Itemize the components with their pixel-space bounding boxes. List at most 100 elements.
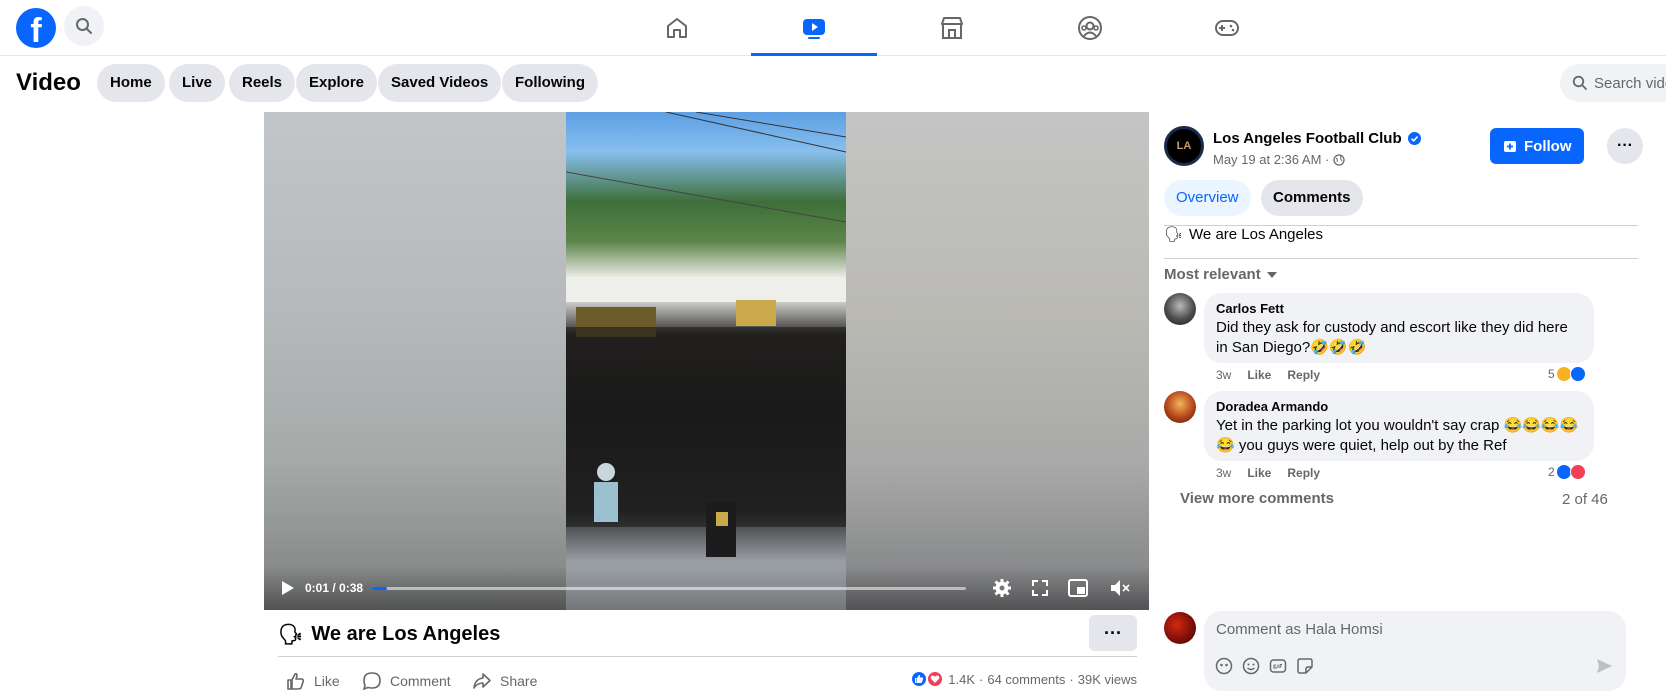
video-icon xyxy=(803,19,825,39)
comment-input[interactable]: Comment as Hala Homsi xyxy=(1204,611,1626,691)
chip-home[interactable]: Home xyxy=(97,64,165,102)
gif-button[interactable] xyxy=(1268,656,1288,676)
page-name-text[interactable]: Los Angeles Football Club xyxy=(1213,130,1402,147)
send-icon xyxy=(1597,659,1612,673)
progress-fill xyxy=(372,587,388,590)
comment-sort-dropdown[interactable]: Most relevant xyxy=(1164,266,1277,283)
tab-home[interactable] xyxy=(614,0,740,56)
fullscreen-button[interactable] xyxy=(1029,577,1051,599)
verified-badge-icon xyxy=(1407,132,1421,145)
settings-button[interactable] xyxy=(991,577,1013,599)
comment-count[interactable]: 64 comments xyxy=(987,672,1065,687)
comment-author[interactable]: Doradea Armando xyxy=(1216,399,1582,414)
view-count: 39K views xyxy=(1077,671,1137,687)
tab-gaming[interactable] xyxy=(1164,0,1290,56)
gif-icon xyxy=(1269,659,1287,673)
mute-button[interactable] xyxy=(1109,577,1131,599)
chip-live[interactable]: Live xyxy=(169,64,226,102)
picture-in-picture-button[interactable] xyxy=(1067,577,1089,599)
player-controls: 0:01 / 0:38 xyxy=(264,566,1149,610)
post-more-button[interactable]: ··· xyxy=(1089,615,1137,651)
comment-meta: 3w Like Reply xyxy=(1216,466,1320,480)
comment-reactions[interactable]: 5 xyxy=(1548,366,1586,382)
sidebar-more-button[interactable]: ··· xyxy=(1607,128,1643,164)
current-user-avatar[interactable] xyxy=(1164,612,1196,644)
comment-text: Yet in the parking lot you wouldn't say … xyxy=(1216,417,1579,454)
share-label: Share xyxy=(500,673,538,689)
caption-text: We are Los Angeles xyxy=(1189,225,1324,243)
post-title: 🗣 We are Los Angeles xyxy=(278,622,500,647)
comment-bubble: Carlos Fett Did they ask for custody and… xyxy=(1204,293,1594,363)
video-subnav: Video Home Live Reels Explore Saved Vide… xyxy=(0,56,1666,111)
share-button[interactable]: Share xyxy=(472,668,537,694)
chip-saved-videos[interactable]: Saved Videos xyxy=(378,64,502,102)
search-icon xyxy=(76,18,92,34)
marketplace-icon xyxy=(941,17,963,39)
follow-button[interactable]: Follow xyxy=(1490,128,1584,164)
like-button[interactable]: Like xyxy=(286,668,340,694)
blurred-backdrop-left xyxy=(264,112,566,610)
search-button[interactable] xyxy=(64,6,104,46)
gaming-icon xyxy=(1215,20,1239,36)
post-title-text: We are Los Angeles xyxy=(311,623,501,645)
avatar-sticker-button[interactable] xyxy=(1214,656,1234,676)
fullscreen-icon xyxy=(1032,580,1048,596)
comment-icon xyxy=(362,672,381,691)
tab-marketplace[interactable] xyxy=(889,0,1015,56)
tab-video[interactable] xyxy=(751,0,877,56)
chip-following[interactable]: Following xyxy=(502,64,598,102)
crowd-scene-graphic xyxy=(565,112,847,557)
comment-time[interactable]: 3w xyxy=(1216,368,1231,382)
like-reaction-icon xyxy=(1569,366,1586,382)
page-name[interactable]: Los Angeles Football Club xyxy=(1213,130,1421,147)
progress-bar[interactable] xyxy=(372,587,966,590)
pip-icon xyxy=(1068,579,1088,597)
divider xyxy=(278,656,1137,657)
speaking-head-emoji: 🗣 xyxy=(278,624,304,646)
reaction-count[interactable]: 1.4K xyxy=(948,672,975,687)
comment-meta: 3w Like Reply xyxy=(1216,368,1320,382)
page-title: Video xyxy=(16,69,81,96)
tab-comments[interactable]: Comments xyxy=(1261,180,1363,216)
video-player[interactable]: 0:01 / 0:38 xyxy=(264,112,1149,610)
post-timestamp: May 19 at 2:36 AM · xyxy=(1213,152,1345,167)
facebook-logo[interactable]: f xyxy=(16,8,56,48)
post-caption: 🗣 We are Los Angeles xyxy=(1164,225,1324,244)
comment-time[interactable]: 3w xyxy=(1216,466,1231,480)
reaction-count: 5 xyxy=(1548,367,1555,381)
love-reaction-icon xyxy=(926,670,945,688)
chip-reels[interactable]: Reels xyxy=(229,64,296,102)
post-time-text[interactable]: May 19 at 2:36 AM · xyxy=(1213,152,1329,167)
reaction-count: 2 xyxy=(1548,465,1555,479)
tab-overview[interactable]: Overview xyxy=(1164,180,1251,216)
comment-reactions[interactable]: 2 xyxy=(1548,464,1586,480)
avatar-icon xyxy=(1215,657,1233,675)
page-avatar[interactable]: LA xyxy=(1164,126,1204,166)
commenter-avatar[interactable] xyxy=(1164,391,1196,423)
sticker-icon xyxy=(1297,658,1313,674)
post-footer: 🗣 We are Los Angeles ··· Like Comment Sh… xyxy=(264,610,1149,697)
comment-like-button[interactable]: Like xyxy=(1247,466,1271,480)
comment-label: Comment xyxy=(390,673,451,689)
video-frame xyxy=(565,112,847,610)
commenter-avatar[interactable] xyxy=(1164,293,1196,325)
post-stats: 1.4K · 64 comments · 39K views xyxy=(910,670,1137,688)
sticker-button[interactable] xyxy=(1295,656,1315,676)
emoji-button[interactable] xyxy=(1241,656,1261,676)
comment-button[interactable]: Comment xyxy=(362,668,451,694)
search-videos-input[interactable]: Search vide xyxy=(1560,64,1666,102)
top-navigation-bar: f xyxy=(0,0,1666,56)
comment-counter: 2 of 46 xyxy=(1562,491,1608,508)
comment-author[interactable]: Carlos Fett xyxy=(1216,301,1582,316)
comment-like-button[interactable]: Like xyxy=(1247,368,1271,382)
send-button[interactable] xyxy=(1594,656,1614,676)
play-button[interactable] xyxy=(276,577,298,599)
love-reaction-icon xyxy=(1569,464,1586,480)
comment-reply-button[interactable]: Reply xyxy=(1287,368,1320,382)
muted-speaker-icon xyxy=(1111,580,1130,596)
view-more-comments-link[interactable]: View more comments xyxy=(1180,490,1334,507)
comment-bubble: Doradea Armando Yet in the parking lot y… xyxy=(1204,391,1594,461)
tab-groups[interactable] xyxy=(1027,0,1153,56)
chip-explore[interactable]: Explore xyxy=(296,64,378,102)
comment-reply-button[interactable]: Reply xyxy=(1287,466,1320,480)
